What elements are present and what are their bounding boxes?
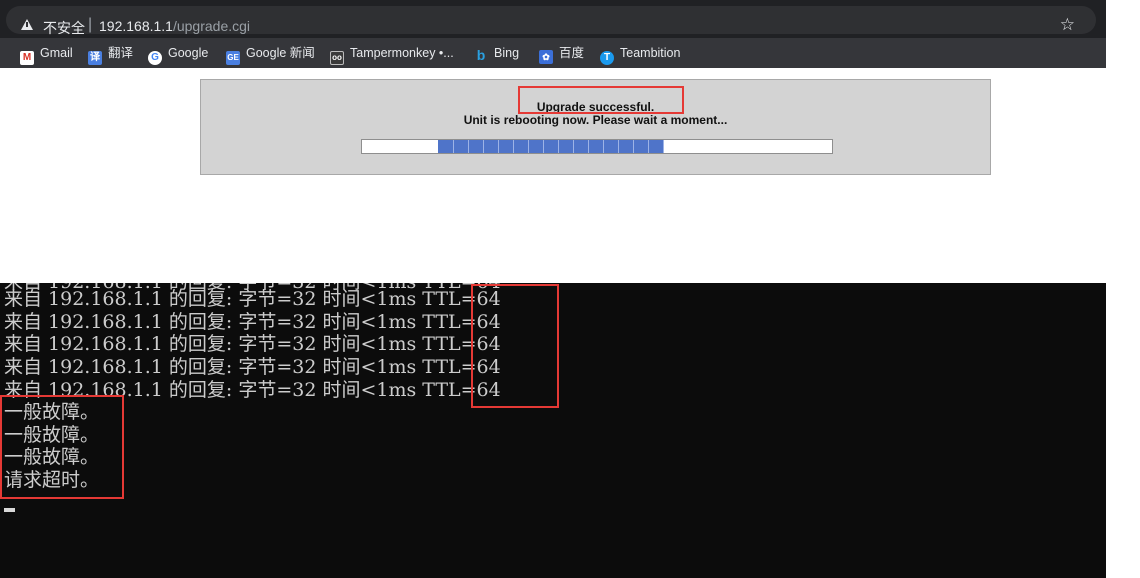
ping-reply-line: 来自 192.168.1.1 的回复: 字节=32 时间<1ms TTL=64: [4, 288, 501, 310]
bookmark-teambition[interactable]: T Teambition: [600, 45, 681, 65]
bookmark-label: Bing: [494, 46, 520, 60]
omnibox[interactable]: 不安全 | 192.168.1.1/upgrade.cgi ☆: [6, 6, 1096, 36]
google-icon: G: [148, 51, 162, 65]
progress-segment-divider: [513, 140, 514, 153]
reboot-progress-bar: [361, 139, 833, 154]
url-host: 192.168.1.1: [99, 18, 173, 34]
reboot-message: Unit is rebooting now. Please wait a mom…: [463, 113, 728, 127]
bookmark-label: Tampermonkey •...: [350, 46, 454, 60]
progress-segment-divider: [498, 140, 499, 153]
warning-icon[interactable]: [21, 19, 33, 30]
url-path: /upgrade.cgi: [172, 18, 251, 34]
bookmark-translate[interactable]: 译翻译: [88, 45, 134, 65]
bookmark-star-icon[interactable]: ☆: [1060, 16, 1075, 33]
progress-segment-divider: [528, 140, 529, 153]
console-cursor: [4, 508, 15, 512]
url-separator: |: [88, 16, 93, 33]
progress-segment-divider: [468, 140, 469, 153]
teambition-icon: T: [600, 51, 614, 65]
tampermonkey-icon: oo: [330, 51, 344, 65]
progress-segment-divider: [543, 140, 544, 153]
gmail-icon: M: [20, 51, 34, 65]
progress-segment-divider: [633, 140, 634, 153]
progress-segment-divider: [618, 140, 619, 153]
ping-reply-line: 来自 192.168.1.1 的回复: 字节=32 时间<1ms TTL=64: [4, 311, 501, 333]
google-news-icon: GE: [226, 51, 240, 65]
bookmark-label: Google: [168, 46, 209, 60]
bookmark-label: 百度: [559, 46, 585, 60]
bookmark-label: Google 新闻: [246, 46, 315, 60]
bing-icon: b: [474, 48, 488, 62]
ping-reply-line: 来自 192.168.1.1 的回复: 字节=32 时间<1ms TTL=64: [4, 356, 501, 378]
bookmark-tampermonkey[interactable]: oo Tampermonkey •...: [330, 45, 454, 65]
progress-segment-divider: [648, 140, 649, 153]
progress-segment-divider: [558, 140, 559, 153]
progress-segment-divider: [588, 140, 589, 153]
progress-segment-divider: [663, 140, 664, 153]
progress-segment-divider: [453, 140, 454, 153]
bookmark-label: 翻译: [108, 46, 134, 60]
highlight-box-errors: [0, 395, 124, 499]
progress-segment-divider: [483, 140, 484, 153]
bookmark-label: Teambition: [620, 46, 681, 60]
address-bar: 不安全 | 192.168.1.1/upgrade.cgi ☆: [0, 0, 1106, 38]
baidu-icon: ✿: [539, 50, 553, 64]
highlight-box-ttl: [471, 284, 559, 408]
bookmarks-bar: M Gmail 译翻译 G Google GE Google 新闻 oo Tamperm…: [0, 38, 1106, 68]
progress-segment-divider: [573, 140, 574, 153]
progress-segment-divider: [603, 140, 604, 153]
bookmark-bing[interactable]: b Bing: [474, 45, 520, 62]
bookmark-label: Gmail: [40, 46, 73, 60]
highlight-box-status: [518, 86, 684, 114]
bookmark-google-news[interactable]: GE Google 新闻: [226, 45, 315, 65]
url-text[interactable]: 192.168.1.1/upgrade.cgi: [99, 18, 250, 34]
ping-reply-line: 来自 192.168.1.1 的回复: 字节=32 时间<1ms TTL=64: [4, 333, 501, 355]
bookmark-google[interactable]: G Google: [148, 45, 209, 65]
security-label[interactable]: 不安全: [43, 18, 85, 38]
translate-icon: 译: [88, 51, 102, 65]
bookmark-gmail[interactable]: M Gmail: [20, 45, 73, 65]
progress-fill: [438, 140, 664, 153]
bookmark-baidu[interactable]: ✿ 百度: [539, 45, 585, 64]
